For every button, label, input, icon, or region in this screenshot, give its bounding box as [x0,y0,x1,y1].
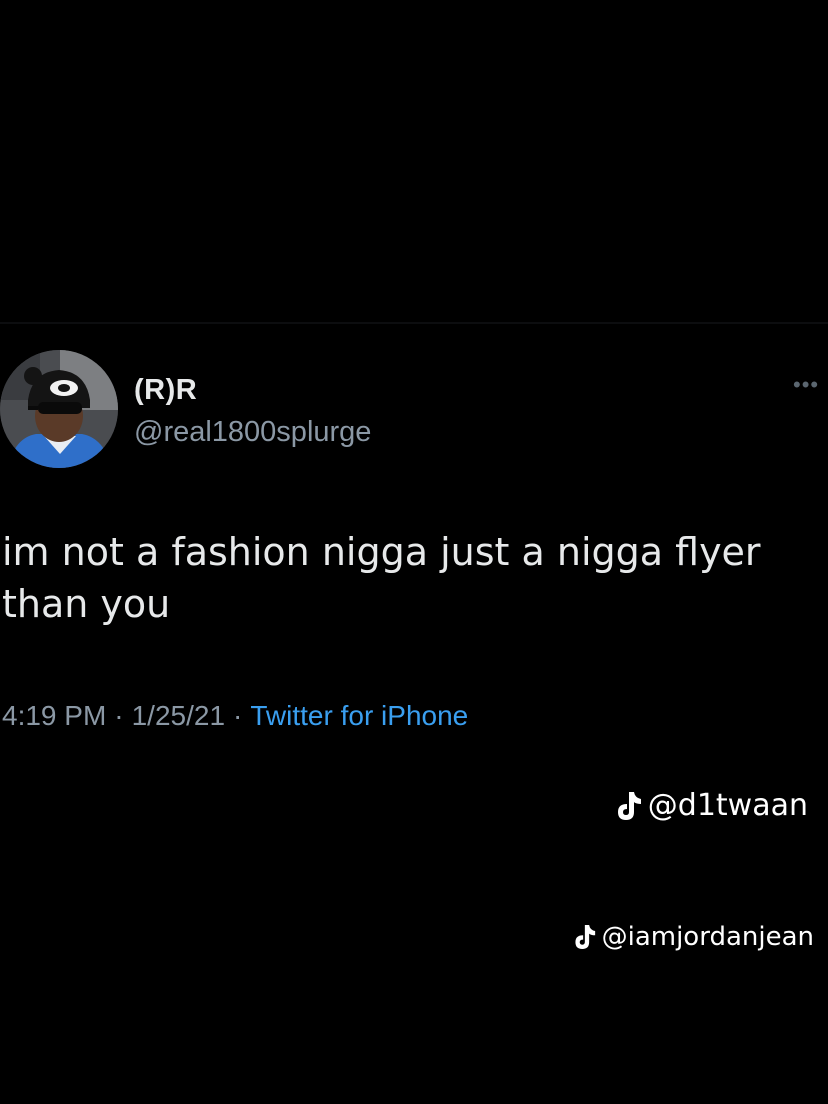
tweet-meta: 4:19 PM · 1/25/21 · Twitter for iPhone [2,700,468,732]
tiktok-watermark: @iamjordanjean [572,922,814,952]
display-name[interactable]: (R)R [134,374,197,407]
tiktok-icon [614,790,642,822]
top-divider [0,322,828,324]
tweet-time[interactable]: 4:19 PM [2,700,106,731]
tiktok-icon [572,923,596,951]
avatar[interactable] [0,350,118,468]
watermark-username: @iamjordanjean [601,922,814,952]
watermark-username: @d1twaan [647,788,808,823]
more-dots-icon[interactable]: ••• [793,374,819,396]
tweet-source-link[interactable]: Twitter for iPhone [250,700,468,731]
tweet-text: im not a fashion nigga just a nigga flye… [2,530,761,626]
user-handle[interactable]: @real1800splurge [134,416,371,449]
tweet-date[interactable]: 1/25/21 [132,700,225,731]
meta-separator: · [114,700,124,731]
meta-separator: · [233,700,243,731]
tiktok-watermark: @d1twaan [614,788,808,823]
